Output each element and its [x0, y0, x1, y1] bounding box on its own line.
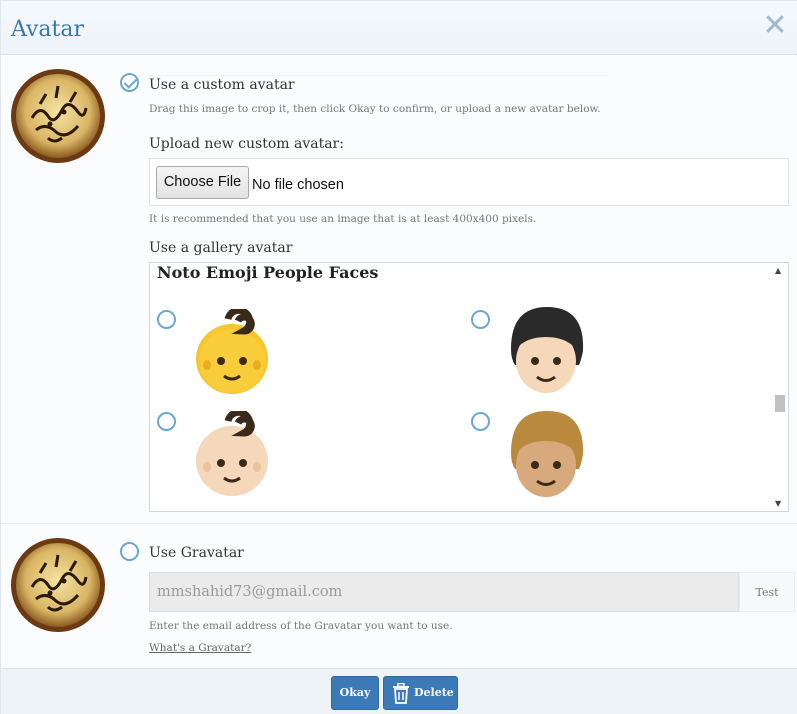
person-face-emoji[interactable] [505, 305, 587, 395]
whats-gravatar-link[interactable]: What's a Gravatar? [149, 642, 251, 654]
gravatar-radio[interactable] [120, 542, 139, 561]
gallery-radio-3[interactable] [157, 412, 176, 431]
size-hint: It is recommended that you use an image … [149, 213, 537, 225]
file-upload-field: Choose File No file chosen [149, 158, 789, 206]
delete-label: Delete [414, 686, 454, 699]
gallery-set-title: Noto Emoji People Faces [157, 263, 379, 282]
gallery-label: Use a gallery avatar [149, 240, 293, 256]
scroll-up-arrow-icon[interactable]: ▲ [775, 266, 781, 275]
crop-hint: Drag this image to crop it, then click O… [149, 103, 601, 115]
custom-avatar-label: Use a custom avatar [149, 77, 295, 93]
person-medium-skin-emoji[interactable] [505, 407, 587, 499]
dialog-titlebar: Avatar ✕ [1, 1, 797, 55]
dialog-title: Avatar [11, 17, 85, 42]
choose-file-button[interactable]: Choose File [156, 166, 249, 199]
okay-button[interactable]: Okay [331, 676, 379, 710]
gravatar-label: Use Gravatar [149, 545, 244, 561]
custom-avatar-radio[interactable] [120, 73, 139, 92]
close-icon[interactable]: ✕ [762, 11, 788, 41]
email-hint: Enter the email address of the Gravatar … [149, 620, 453, 632]
section-divider [1, 523, 797, 524]
avatar-dialog: Avatar ✕ Use a custom avatar Drag this i… [0, 0, 797, 714]
gravatar-email-field[interactable] [149, 572, 739, 612]
dialog-footer: Okay Delete [1, 668, 797, 714]
gravatar-email-input[interactable] [150, 573, 738, 611]
gallery-radio-4[interactable] [471, 412, 490, 431]
gallery-radio-2[interactable] [471, 310, 490, 329]
trash-icon [393, 683, 409, 704]
scroll-thumb[interactable] [775, 395, 785, 412]
custom-avatar-image[interactable] [10, 68, 106, 164]
gallery-listbox[interactable]: Noto Emoji People Faces ▲ ▼ [149, 262, 789, 512]
scroll-down-arrow-icon[interactable]: ▼ [775, 499, 781, 508]
gallery-radio-1[interactable] [157, 310, 176, 329]
gallery-scrollbar[interactable]: ▲ ▼ [771, 263, 788, 511]
gravatar-image [11, 538, 105, 632]
test-button[interactable]: Test [739, 572, 795, 612]
baby-light-skin-emoji[interactable] [192, 411, 272, 497]
delete-button[interactable]: Delete [383, 676, 458, 710]
no-file-text: No file chosen [252, 177, 344, 193]
baby-face-emoji[interactable] [192, 309, 272, 395]
divider [149, 75, 609, 76]
upload-label: Upload new custom avatar: [149, 136, 344, 152]
